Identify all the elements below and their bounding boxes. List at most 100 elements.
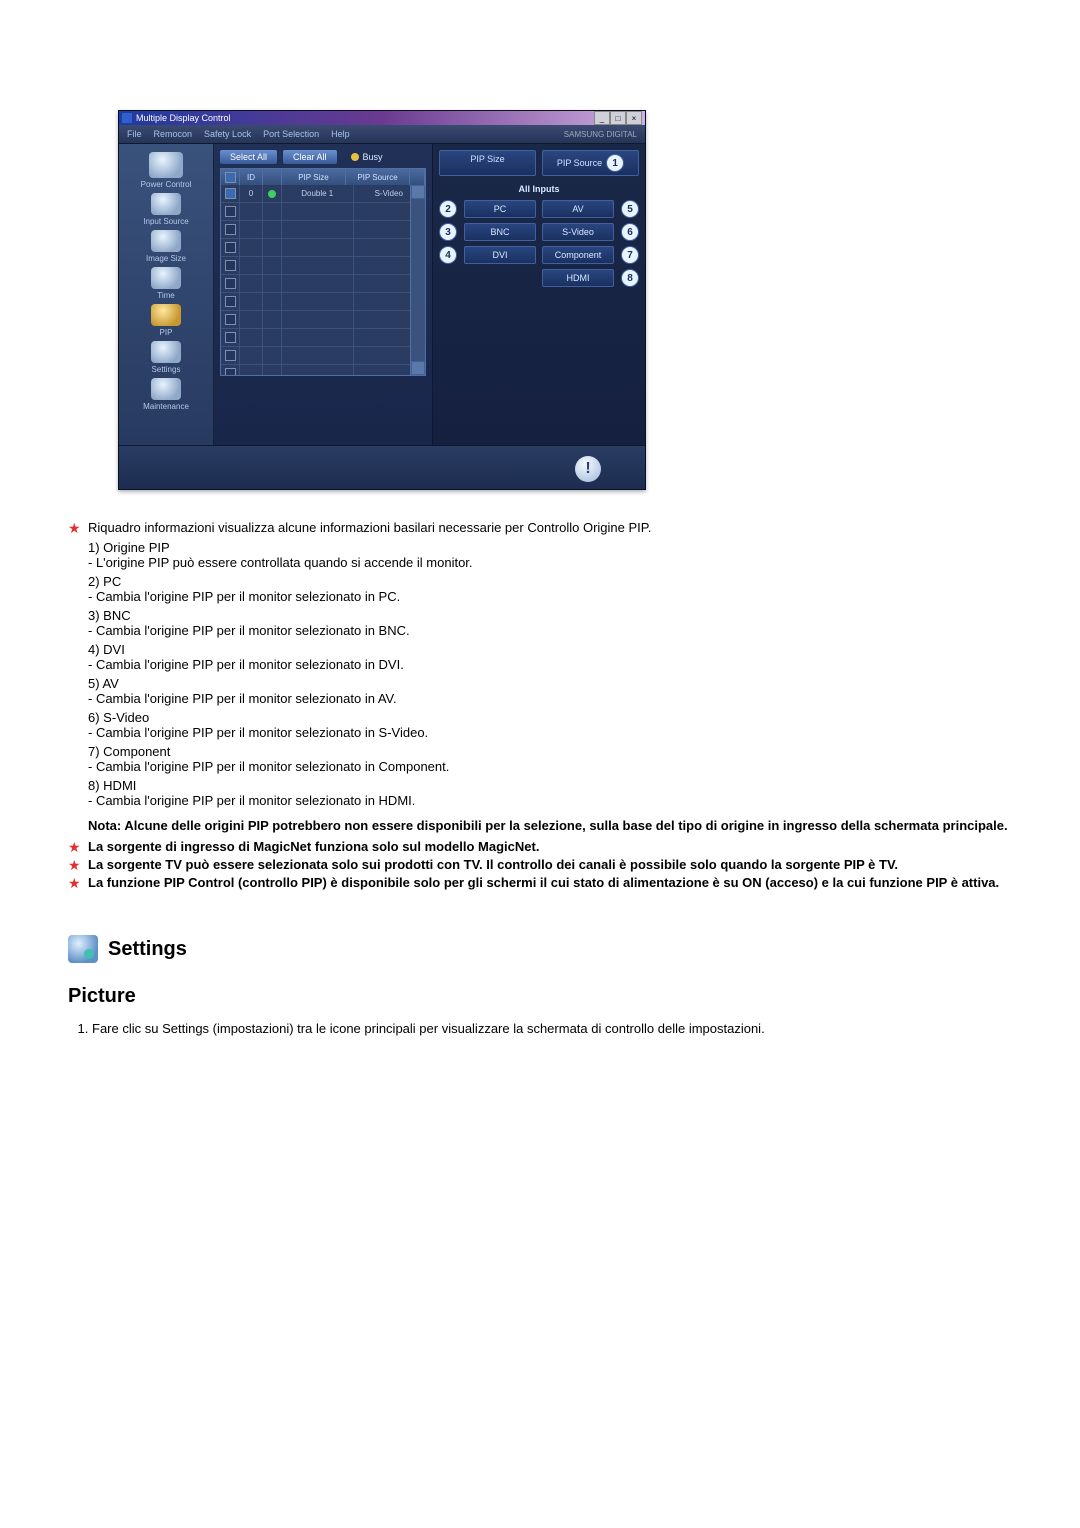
pip-size-button[interactable]: PIP Size xyxy=(439,150,536,176)
star-note: La sorgente di ingresso di MagicNet funz… xyxy=(88,839,539,854)
input-pc-button[interactable]: PC xyxy=(464,200,536,218)
row-checkbox[interactable] xyxy=(225,188,236,199)
sidebar-item-maintenance[interactable]: Maintenance xyxy=(122,376,210,411)
scroll-down-icon[interactable] xyxy=(411,361,425,375)
clear-all-button[interactable]: Clear All xyxy=(283,150,337,164)
row-checkbox[interactable] xyxy=(225,260,236,271)
footer-panel: ! xyxy=(119,445,645,490)
settings-section-head: Settings xyxy=(68,935,1012,963)
table-row[interactable] xyxy=(221,221,425,239)
input-bnc-button[interactable]: BNC xyxy=(464,223,536,241)
row-checkbox[interactable] xyxy=(225,206,236,217)
scroll-up-icon[interactable] xyxy=(411,185,425,199)
window-title: Multiple Display Control xyxy=(136,113,231,123)
app-icon xyxy=(122,113,132,123)
row-checkbox[interactable] xyxy=(225,224,236,235)
row-checkbox[interactable] xyxy=(225,350,236,361)
callout-7: 7 xyxy=(621,246,639,264)
list-item-desc: - Cambia l'origine PIP per il monitor se… xyxy=(88,793,1012,808)
minimize-button[interactable]: _ xyxy=(594,111,610,125)
callout-5: 5 xyxy=(621,200,639,218)
star-icon: ★ xyxy=(68,839,82,855)
sidebar-item-image-size[interactable]: Image Size xyxy=(122,228,210,263)
sidebar-item-input-source[interactable]: Input Source xyxy=(122,191,210,226)
maximize-button[interactable]: □ xyxy=(610,111,626,125)
callout-8: 8 xyxy=(621,269,639,287)
callout-4: 4 xyxy=(439,246,457,264)
list-item-desc: - Cambia l'origine PIP per il monitor se… xyxy=(88,725,1012,740)
busy-indicator: Busy xyxy=(351,152,383,162)
center-panel: Select All Clear All Busy ID PIP Size PI… xyxy=(214,144,432,445)
table-row[interactable] xyxy=(221,275,425,293)
list-item-heading: 5) AV xyxy=(88,676,1012,691)
table-row[interactable] xyxy=(221,365,425,375)
all-inputs-label: All Inputs xyxy=(439,184,639,194)
table-row[interactable]: 0 Double 1 S-Video xyxy=(221,185,425,203)
note-text: Nota: Alcune delle origini PIP potrebber… xyxy=(88,818,1012,833)
input-svideo-button[interactable]: S-Video xyxy=(542,223,614,241)
sidebar-item-settings[interactable]: Settings xyxy=(122,339,210,374)
menubar: File Remocon Safety Lock Port Selection … xyxy=(119,125,645,144)
menu-help[interactable]: Help xyxy=(331,129,350,139)
sidebar-item-pip[interactable]: PIP xyxy=(122,302,210,337)
table-row[interactable] xyxy=(221,311,425,329)
menu-port-selection[interactable]: Port Selection xyxy=(263,129,319,139)
close-button[interactable]: × xyxy=(626,111,642,125)
list-item-heading: 6) S-Video xyxy=(88,710,1012,725)
row-checkbox[interactable] xyxy=(225,368,236,375)
table-row[interactable] xyxy=(221,293,425,311)
sidebar-item-power-control[interactable]: Power Control xyxy=(122,150,210,189)
star-icon: ★ xyxy=(68,875,82,891)
image-size-icon xyxy=(151,230,181,252)
brand-text: SAMSUNG DIGITAL xyxy=(564,130,637,139)
row-checkbox[interactable] xyxy=(225,332,236,343)
star-icon: ★ xyxy=(68,520,82,536)
table-row[interactable] xyxy=(221,257,425,275)
table-row[interactable] xyxy=(221,203,425,221)
menu-remocon[interactable]: Remocon xyxy=(154,129,193,139)
menu-file[interactable]: File xyxy=(127,129,142,139)
settings-icon xyxy=(151,341,181,363)
col-pip-size[interactable]: PIP Size xyxy=(282,169,346,185)
table-row[interactable] xyxy=(221,239,425,257)
scrollbar[interactable] xyxy=(410,185,425,375)
sidebar: Power Control Input Source Image Size Ti… xyxy=(119,144,214,445)
input-hdmi-button[interactable]: HDMI xyxy=(542,269,614,287)
sidebar-item-time[interactable]: Time xyxy=(122,265,210,300)
time-icon xyxy=(151,267,181,289)
picture-title: Picture xyxy=(68,985,1012,1008)
list-item-heading: 1) Origine PIP xyxy=(88,540,1012,555)
right-panel: PIP Size PIP Source1 All Inputs 2PC 3BNC… xyxy=(432,144,645,445)
list-item-desc: - Cambia l'origine PIP per il monitor se… xyxy=(88,589,1012,604)
pip-source-button[interactable]: PIP Source1 xyxy=(542,150,639,176)
menu-safety-lock[interactable]: Safety Lock xyxy=(204,129,251,139)
warning-icon: ! xyxy=(575,456,601,482)
callout-6: 6 xyxy=(621,223,639,241)
star-icon: ★ xyxy=(68,857,82,873)
numbered-list: 1) Origine PIP- L'origine PIP può essere… xyxy=(68,540,1012,833)
table-row[interactable] xyxy=(221,347,425,365)
list-item-heading: 8) HDMI xyxy=(88,778,1012,793)
row-checkbox[interactable] xyxy=(225,242,236,253)
input-dvi-button[interactable]: DVI xyxy=(464,246,536,264)
col-pip-source[interactable]: PIP Source xyxy=(346,169,410,185)
list-item-desc: - Cambia l'origine PIP per il monitor se… xyxy=(88,623,1012,638)
list-item-desc: - L'origine PIP può essere controllata q… xyxy=(88,555,1012,570)
row-checkbox[interactable] xyxy=(225,278,236,289)
star-note: La funzione PIP Control (controllo PIP) … xyxy=(88,875,999,890)
col-status[interactable] xyxy=(263,169,282,185)
col-check[interactable] xyxy=(221,169,240,185)
row-checkbox[interactable] xyxy=(225,314,236,325)
col-scroll xyxy=(410,169,425,185)
busy-dot-icon xyxy=(351,153,359,161)
select-all-button[interactable]: Select All xyxy=(220,150,277,164)
callout-2: 2 xyxy=(439,200,457,218)
picture-steps: Fare clic su Settings (impostazioni) tra… xyxy=(68,1021,1012,1036)
input-component-button[interactable]: Component xyxy=(542,246,614,264)
input-av-button[interactable]: AV xyxy=(542,200,614,218)
row-checkbox[interactable] xyxy=(225,296,236,307)
power-icon xyxy=(149,152,183,178)
table-row[interactable] xyxy=(221,329,425,347)
settings-section-icon xyxy=(68,935,98,963)
col-id[interactable]: ID xyxy=(240,169,263,185)
